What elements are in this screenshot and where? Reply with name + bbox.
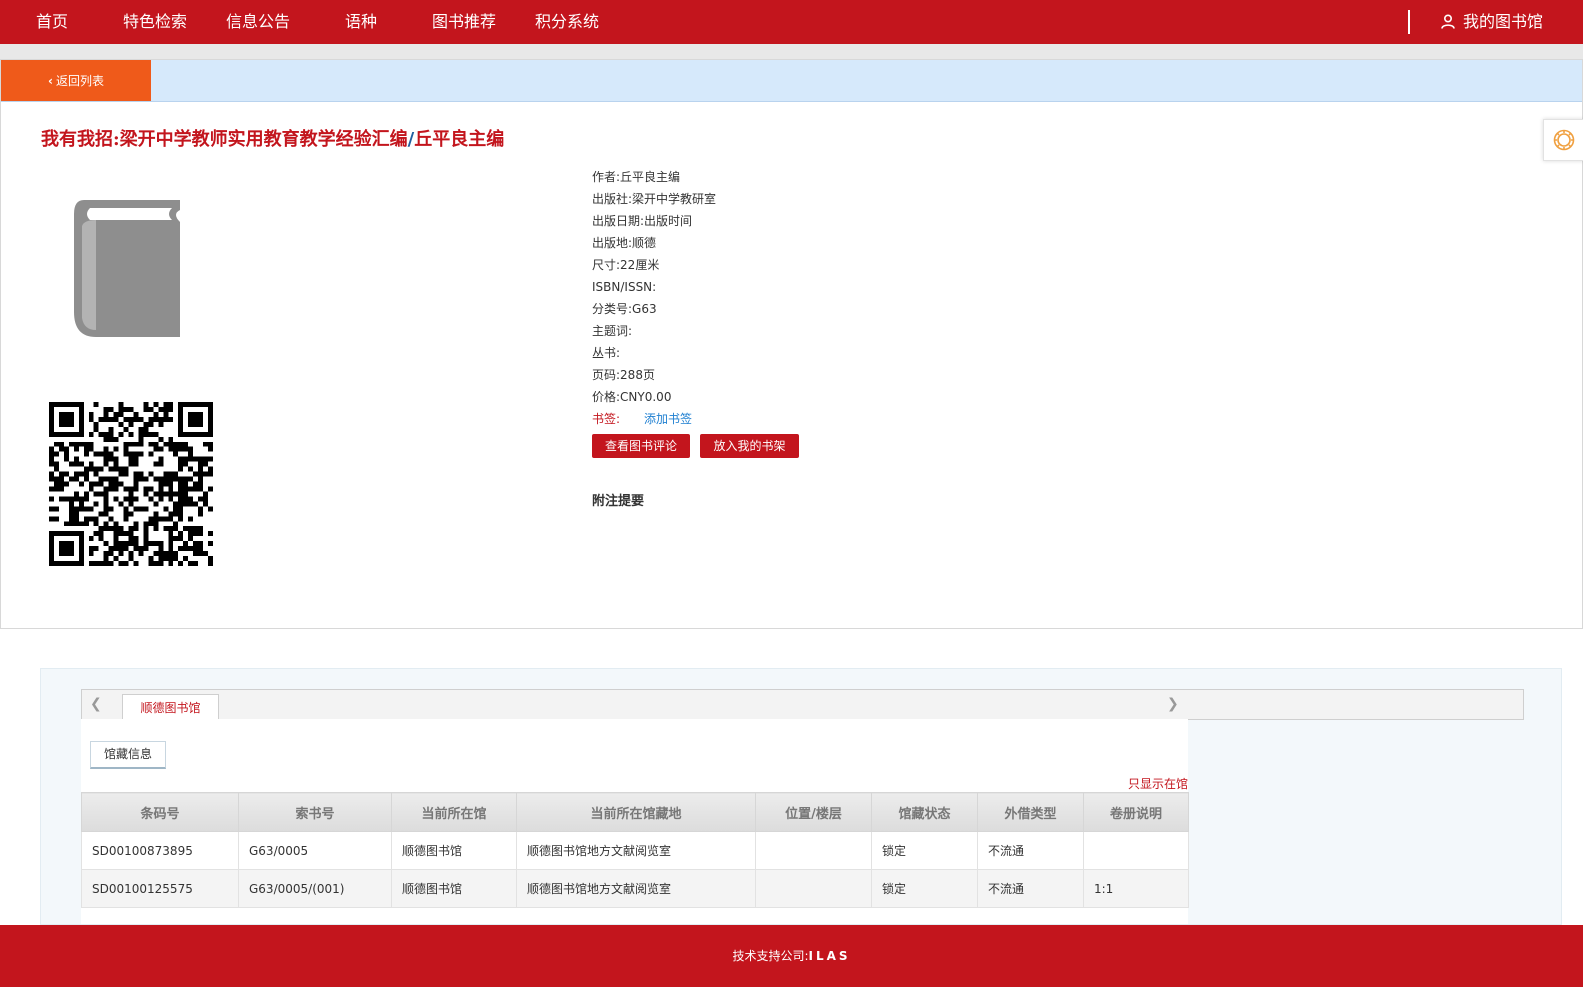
nav-points-system[interactable]: 积分系统 [535,0,599,44]
library-tab-strip: ❮ 顺德图书馆 ❯ [81,689,1524,720]
bookmark-label: 书签: [592,412,621,426]
footer: 技术支持公司:ILAS [0,925,1583,987]
meta-author: 作者:丘平良主编 [592,170,681,184]
book-metadata: 作者:丘平良主编 出版社:梁开中学教研室 出版日期:出版时间 出版地:顺德 尺寸… [592,166,716,430]
nav-divider [1408,10,1410,34]
table-row: SD00100125575 G63/0005/(001) 顺德图书馆 顺德图书馆… [81,869,1189,908]
tab-holdings-info[interactable]: 馆藏信息 [90,741,166,769]
meta-isbn: ISBN/ISSN: [592,280,657,294]
user-icon [1441,14,1455,29]
tab-shunde-library[interactable]: 顺德图书馆 [122,694,219,720]
nav-special-search[interactable]: 特色检索 [123,0,187,44]
book-title: 我有我招:梁开中学教师实用教育教学经验汇编/丘平良主编 [41,125,504,151]
book-detail-panel: ‹ 返回列表 我有我招:梁开中学教师实用教育教学经验汇编/丘平良主编 作者:丘平良… [0,59,1583,629]
meta-price: 价格:CNY0.00 [592,390,672,404]
nav-home[interactable]: 首页 [36,0,68,44]
my-library-label: 我的图书馆 [1463,12,1544,31]
table-row: SD00100873895 G63/0005 顺德图书馆 顺德图书馆地方文献阅览… [81,831,1189,870]
only-in-library-link[interactable]: 只显示在馆 [1128,775,1188,792]
col-current-location: 当前所在馆藏地 [516,792,756,832]
back-bar: ‹ 返回列表 [1,60,1582,102]
gear-icon [1553,129,1575,151]
meta-size: 尺寸:22厘米 [592,258,660,272]
holdings-panel: 馆藏信息 只显示在馆 条码号 索书号 当前所在馆 当前所在馆藏地 位置/楼层 馆… [81,719,1189,924]
back-label: 返回列表 [55,74,104,88]
title-responsibility: 丘平良主编 [414,129,505,150]
meta-pub-place: 出版地:顺德 [592,236,657,250]
meta-bookmark: 书签: 添加书签 [592,408,716,430]
title-main: 我有我招:梁开中学教师实用教育教学经验汇编 [41,129,408,150]
col-volume-note: 卷册说明 [1083,792,1189,832]
col-loan-type: 外借类型 [977,792,1084,832]
holdings-section: ❮ 顺德图书馆 ❯ 馆藏信息 只显示在馆 条码号 索书号 当前所在馆 当前所在馆… [40,668,1562,925]
top-nav: 首页 特色检索 信息公告 语种 图书推荐 积分系统 我的图书馆 [0,0,1583,44]
note-heading: 附注提要 [592,494,645,509]
meta-series: 丛书: [592,346,621,360]
chevron-right-icon[interactable]: ❯ [1167,696,1179,712]
nav-announcements[interactable]: 信息公告 [226,0,290,44]
col-call-number: 索书号 [238,792,392,832]
view-reviews-button[interactable]: 查看图书评论 [592,434,690,458]
holdings-table: 条码号 索书号 当前所在馆 当前所在馆藏地 位置/楼层 馆藏状态 外借类型 卷册… [81,792,1189,908]
meta-subject: 主题词: [592,324,633,338]
my-library-link[interactable]: 我的图书馆 [1441,0,1543,44]
add-to-shelf-button[interactable]: 放入我的书架 [700,434,799,458]
qr-code-icon [49,402,213,566]
meta-pages: 页码:288页 [592,368,655,382]
book-icon [74,200,180,337]
chevron-left-icon: ‹ [48,74,53,88]
settings-float-button[interactable] [1543,119,1583,161]
chevron-left-icon[interactable]: ❮ [90,696,102,712]
col-current-library: 当前所在馆 [391,792,517,832]
table-header-row: 条码号 索书号 当前所在馆 当前所在馆藏地 位置/楼层 馆藏状态 外借类型 卷册… [81,792,1189,832]
footer-company: ILAS [808,949,851,963]
col-position-floor: 位置/楼层 [755,792,872,832]
col-holding-status: 馆藏状态 [871,792,978,832]
nav-shadow-bar [0,44,1583,59]
col-barcode: 条码号 [81,792,239,832]
add-bookmark-link[interactable]: 添加书签 [644,412,692,426]
nav-languages[interactable]: 语种 [345,0,377,44]
meta-class-number: 分类号:G63 [592,302,657,316]
meta-publisher: 出版社:梁开中学教研室 [592,192,717,206]
meta-pub-date: 出版日期:出版时间 [592,214,693,228]
back-to-list-button[interactable]: ‹ 返回列表 [1,60,151,101]
nav-book-recommend[interactable]: 图书推荐 [432,0,496,44]
footer-label: 技术支持公司: [732,949,809,963]
